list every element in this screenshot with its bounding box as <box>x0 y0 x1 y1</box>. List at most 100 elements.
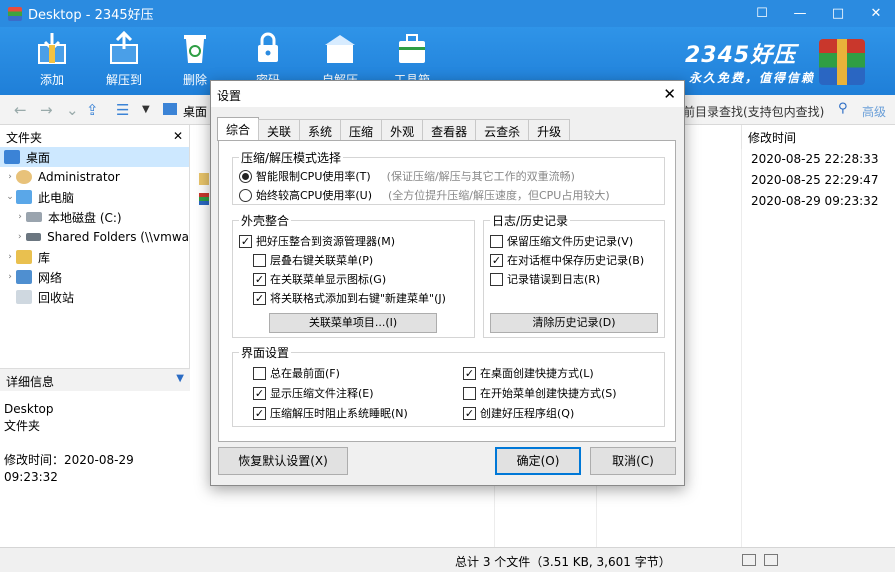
reset-defaults-button[interactable]: 恢复默认设置(X) <box>218 447 348 475</box>
settings-dialog: 设置 ✕ 综合 关联 系统 压缩 外观 查看器 云查杀 升级 压缩/解压模式选择… <box>210 80 685 486</box>
status-text: 总计 3 个文件（3.51 KB, 3,601 字节） <box>455 555 671 569</box>
radio-high-cpu[interactable]: 始终较高CPU使用率(U) (全方位提升压缩/解压速度，但CPU占用较大) <box>239 187 610 203</box>
collapse-arrow-icon[interactable]: ⌄ <box>4 192 16 202</box>
ok-button[interactable]: 确定(O) <box>495 447 581 475</box>
details-header[interactable]: 详细信息 ▼ <box>0 369 190 391</box>
tree-item-recycle-bin[interactable]: 回收站 <box>0 287 189 307</box>
expand-arrow-icon[interactable]: › <box>14 212 26 222</box>
expand-arrow-icon[interactable]: › <box>14 232 26 242</box>
checkbox-box[interactable]: ✓ <box>463 406 476 420</box>
window-controls: ☐ — □ ✕ <box>743 0 895 27</box>
chevron-down-icon[interactable]: ▼ <box>176 373 184 387</box>
tab-compression[interactable]: 压缩 <box>340 119 383 141</box>
tree-item-administrator[interactable]: › Administrator <box>0 167 189 187</box>
tab-viewer[interactable]: 查看器 <box>422 119 477 141</box>
tab-general[interactable]: 综合 <box>217 117 260 141</box>
desktop-folder-icon <box>163 103 177 115</box>
expand-arrow-icon[interactable]: › <box>4 272 16 282</box>
details-view-icon[interactable] <box>742 554 756 566</box>
checkbox-box[interactable] <box>490 272 503 286</box>
tab-cloud-scan[interactable]: 云查杀 <box>475 119 530 141</box>
context-menu-items-button[interactable]: 关联菜单项目...(I) <box>269 313 437 333</box>
folder-pane-close-icon[interactable]: ✕ <box>173 129 183 143</box>
tab-system[interactable]: 系统 <box>299 119 342 141</box>
checkbox-box[interactable] <box>490 234 503 248</box>
tree-item-shared-folders[interactable]: › Shared Folders (\\vmwa <box>0 227 189 247</box>
tree-item-local-disk[interactable]: › 本地磁盘 (C:) <box>0 207 189 227</box>
lock-icon <box>248 31 288 65</box>
radio-label: 始终较高CPU使用率(U) <box>256 189 372 202</box>
checkbox-dialog-history[interactable]: ✓ 在对话框中保存历史记录(B) <box>490 252 644 268</box>
cancel-button[interactable]: 取消(C) <box>590 447 676 475</box>
up-folder-icon[interactable]: ⇪ <box>86 101 99 119</box>
search-input[interactable]: 前目录查找(支持包内查找) <box>683 103 824 120</box>
checkbox-box[interactable]: ✓ <box>253 406 266 420</box>
checkbox-box[interactable] <box>253 253 266 267</box>
tab-appearance[interactable]: 外观 <box>381 119 424 141</box>
checkbox-box[interactable]: ✓ <box>463 366 476 380</box>
checkbox-show-comment[interactable]: ✓ 显示压缩文件注释(E) <box>253 385 374 401</box>
chevron-down-icon[interactable]: ⌄ <box>66 101 79 119</box>
delete-label: 删除 <box>182 73 207 87</box>
extract-to-button[interactable]: 解压到 <box>94 31 154 88</box>
archive-file-icon[interactable] <box>199 193 209 205</box>
address-path[interactable]: 桌面 <box>183 103 207 120</box>
tree-item-desktop[interactable]: 桌面 <box>0 147 189 167</box>
extract-to-icon <box>104 31 144 65</box>
checkbox-menu-icons[interactable]: ✓ 在关联菜单显示图标(G) <box>253 271 386 287</box>
checkbox-always-on-top[interactable]: 总在最前面(F) <box>253 365 340 381</box>
checkbox-box[interactable]: ✓ <box>253 291 266 305</box>
minimize-button[interactable]: — <box>781 0 819 27</box>
brand-name: 2345好压 <box>684 43 797 68</box>
user-icon <box>16 170 32 184</box>
checkbox-error-log[interactable]: 记录错误到日志(R) <box>490 271 600 287</box>
radio-indicator[interactable] <box>239 169 252 183</box>
dialog-close-icon[interactable]: ✕ <box>663 85 676 103</box>
tab-upgrade[interactable]: 升级 <box>528 119 571 141</box>
advanced-search-link[interactable]: 高级 <box>862 103 886 120</box>
add-button[interactable]: 添加 <box>22 31 82 88</box>
checkbox-start-menu-shortcut[interactable]: 在开始菜单创建快捷方式(S) <box>463 385 617 401</box>
file-icon[interactable] <box>199 173 209 185</box>
checkbox-label: 把好压整合到资源管理器(M) <box>256 235 396 248</box>
tree-item-library[interactable]: › 库 <box>0 247 189 267</box>
tree-item-label: 网络 <box>38 270 63 285</box>
checkbox-keep-history[interactable]: 保留压缩文件历史记录(V) <box>490 233 633 249</box>
checkbox-desktop-shortcut[interactable]: ✓ 在桌面创建快捷方式(L) <box>463 365 594 381</box>
expand-arrow-icon[interactable]: › <box>4 252 16 262</box>
expand-arrow-icon[interactable]: › <box>4 172 16 182</box>
radio-smart-cpu[interactable]: 智能限制CPU使用率(T) (保证压缩/解压与其它工作的双重流畅) <box>239 168 575 184</box>
checkbox-box[interactable] <box>463 386 476 400</box>
checkbox-box[interactable]: ✓ <box>253 272 266 286</box>
recycle-bin-icon <box>175 31 215 65</box>
checkbox-program-group[interactable]: ✓ 创建好压程序组(Q) <box>463 405 574 421</box>
checkbox-box[interactable]: ✓ <box>490 253 503 267</box>
column-divider <box>741 149 742 547</box>
skin-button[interactable]: ☐ <box>743 0 781 27</box>
checkbox-cascade-menu[interactable]: 层叠右键关联菜单(P) <box>253 252 373 268</box>
checkbox-new-menu[interactable]: ✓ 将关联格式添加到右键"新建菜单"(J) <box>253 290 446 306</box>
checkbox-label: 在对话框中保存历史记录(B) <box>507 254 645 267</box>
view-menu-icon[interactable]: ☰ <box>116 101 129 119</box>
column-header-modified[interactable]: 修改时间 <box>741 125 895 149</box>
search-icon[interactable]: ⚲ <box>838 101 848 116</box>
forward-arrow-icon[interactable]: → <box>40 101 53 119</box>
checkbox-box[interactable]: ✓ <box>239 234 252 248</box>
close-button[interactable]: ✕ <box>857 0 895 27</box>
radio-indicator[interactable] <box>239 188 252 202</box>
clear-history-button[interactable]: 清除历史记录(D) <box>490 313 658 333</box>
back-arrow-icon[interactable]: ← <box>14 101 27 119</box>
shell-integration-group: 外壳整合 ✓ 把好压整合到资源管理器(M) 层叠右键关联菜单(P) ✓ 在关联菜… <box>232 212 475 338</box>
checkbox-box[interactable] <box>253 366 266 380</box>
list-view-icon[interactable] <box>764 554 778 566</box>
tab-association[interactable]: 关联 <box>258 119 301 141</box>
tree-item-this-pc[interactable]: ⌄ 此电脑 <box>0 187 189 207</box>
view-dropdown-icon[interactable]: ▼ <box>142 104 150 115</box>
history-group: 日志/历史记录 保留压缩文件历史记录(V) ✓ 在对话框中保存历史记录(B) 记… <box>483 212 665 338</box>
checkbox-integrate-explorer[interactable]: ✓ 把好压整合到资源管理器(M) <box>239 233 395 249</box>
checkbox-prevent-sleep[interactable]: ✓ 压缩解压时阻止系统睡眠(N) <box>253 405 408 421</box>
history-group-legend: 日志/历史记录 <box>490 212 571 229</box>
checkbox-box[interactable]: ✓ <box>253 386 266 400</box>
tree-item-network[interactable]: › 网络 <box>0 267 189 287</box>
maximize-button[interactable]: □ <box>819 0 857 27</box>
